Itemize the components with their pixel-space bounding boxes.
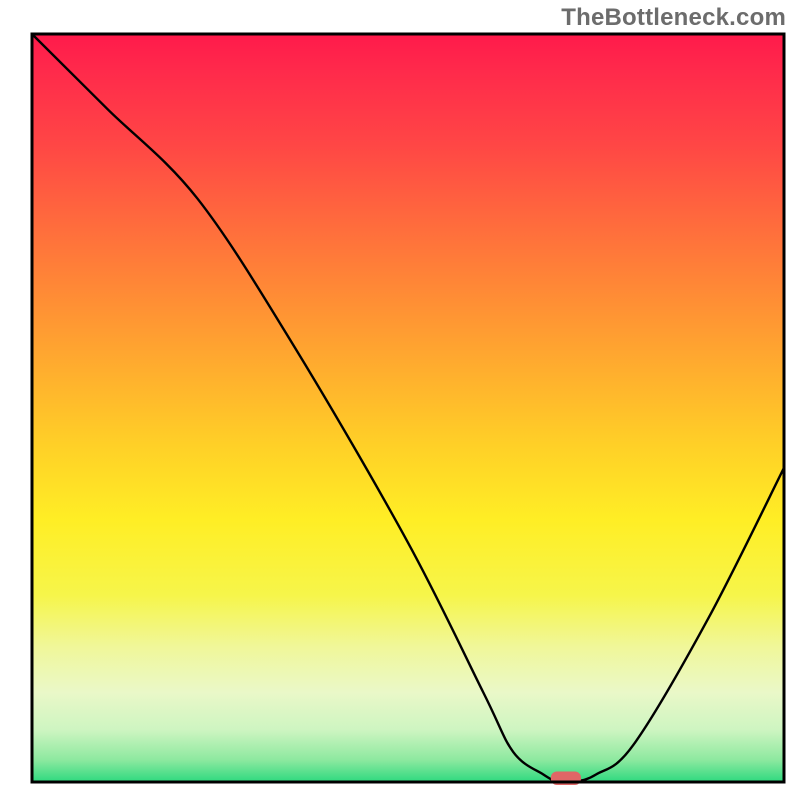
watermark-text: TheBottleneck.com bbox=[561, 4, 786, 32]
chart-stage: TheBottleneck.com bbox=[0, 0, 800, 800]
chart-background-gradient bbox=[32, 34, 784, 782]
chart-svg bbox=[0, 0, 800, 800]
